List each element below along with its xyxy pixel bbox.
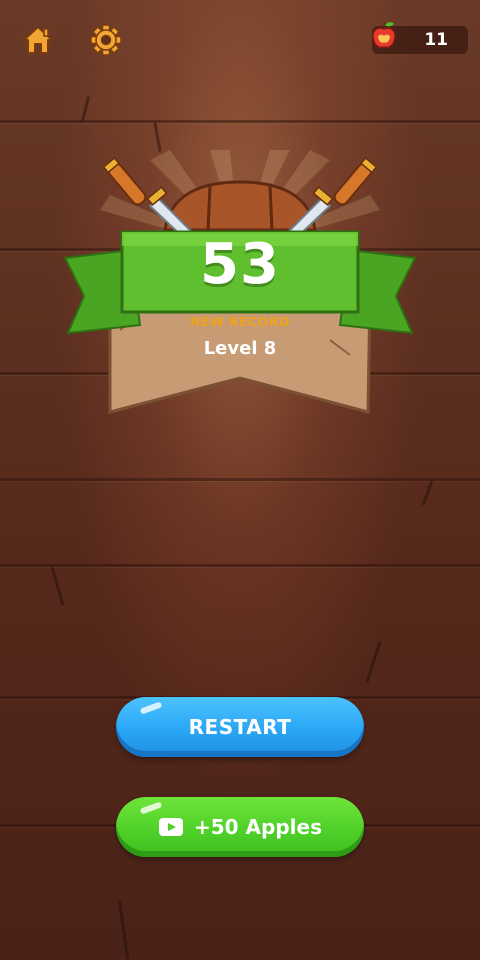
restart-button[interactable]: RESTART [116,697,364,757]
plank-divider [0,478,480,481]
button-shine [139,701,163,715]
video-icon [159,818,183,836]
score-value: 53 [200,232,280,297]
home-button[interactable] [20,22,56,58]
plank-divider [0,120,480,123]
apple-icon [372,22,396,49]
result-badge: 53 NEW RECORD Level 8 [60,150,420,420]
plank-divider [0,564,480,567]
apples-label: +50 Apples [194,815,322,839]
get-apples-button[interactable]: +50 Apples [116,797,364,857]
gear-icon [90,24,122,56]
button-shine [139,801,163,815]
new-record-label: NEW RECORD [189,314,291,329]
settings-button[interactable] [88,22,124,58]
level-label: Level 8 [203,338,277,359]
apple-counter: 11 [372,22,468,54]
top-bar: 11 [0,0,480,80]
restart-label: RESTART [188,715,292,739]
apple-count: 11 [424,30,448,50]
home-icon [23,26,53,54]
